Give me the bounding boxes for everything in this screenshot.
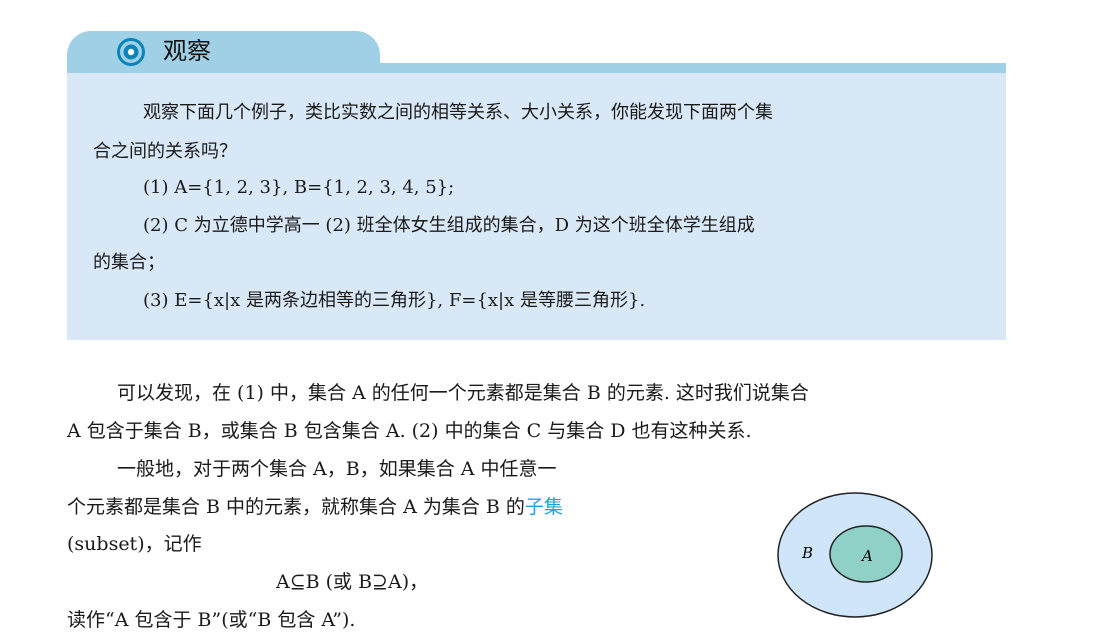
observe-line-6: (3) E={x|x 是两条边相等的三角形}, F={x|x 是等腰三角形}. bbox=[143, 290, 646, 311]
venn-diagram: B A bbox=[777, 492, 933, 618]
observe-line-2: 合之间的关系吗？ bbox=[93, 141, 237, 162]
body-line-4: 个元素都是集合 B 中的元素，就称集合 A 为集合 B 的子集 bbox=[67, 495, 563, 519]
observe-title: 观察 bbox=[163, 37, 211, 65]
venn-inner-label: A bbox=[860, 547, 873, 565]
target-icon bbox=[117, 38, 145, 66]
body-line-7: 读作“A 包含于 B”(或“B 包含 A”). bbox=[67, 609, 356, 631]
body-line-2: A 包含于集合 B，或集合 B 包含集合 A. (2) 中的集合 C 与集合 D… bbox=[67, 420, 752, 442]
observe-line-3: (1) A={1, 2, 3}, B={1, 2, 3, 4, 5}; bbox=[143, 177, 455, 198]
body-line-3: 一般地，对于两个集合 A，B，如果集合 A 中任意一 bbox=[117, 458, 557, 480]
body-line-4-text: 个元素都是集合 B 中的元素，就称集合 A 为集合 B 的 bbox=[67, 496, 525, 518]
subset-term: 子集 bbox=[524, 496, 563, 518]
observe-line-5: 的集合； bbox=[93, 252, 165, 273]
body-line-1: 可以发现，在 (1) 中，集合 A 的任何一个元素都是集合 B 的元素. 这时我… bbox=[117, 382, 809, 404]
observe-line-4: (2) C 为立德中学高一 (2) 班全体女生组成的集合，D 为这个班全体学生组… bbox=[143, 215, 755, 236]
subset-notation: A⊆B (或 B⊇A)， bbox=[276, 571, 429, 593]
venn-outer-label: B bbox=[801, 544, 813, 562]
body-line-5: (subset)，记作 bbox=[67, 533, 202, 555]
observe-line-1: 观察下面几个例子，类比实数之间的相等关系、大小关系，你能发现下面两个集 bbox=[143, 102, 773, 123]
